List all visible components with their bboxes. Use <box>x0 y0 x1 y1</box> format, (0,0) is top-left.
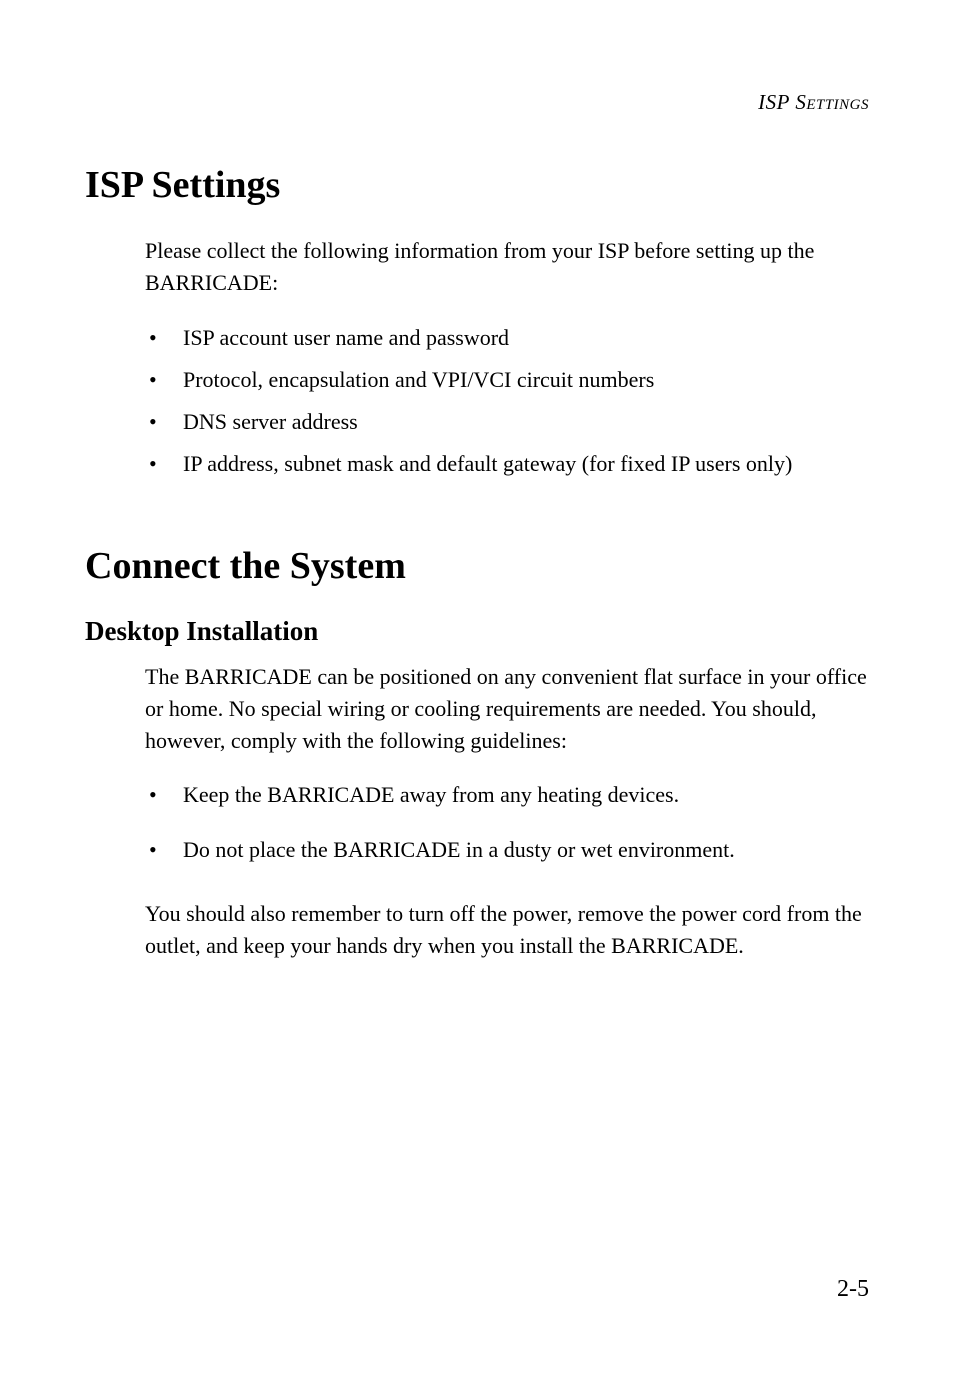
list-item: • Do not place the BARRICADE in a dusty … <box>145 833 869 866</box>
bullet-icon: • <box>145 405 183 438</box>
bullet-text: ISP account user name and password <box>183 321 869 354</box>
desktop-closing-paragraph: You should also remember to turn off the… <box>145 898 869 962</box>
page-number: 2-5 <box>837 1276 869 1303</box>
isp-bullet-list: • ISP account user name and password • P… <box>145 321 869 480</box>
desktop-intro-paragraph: The BARRICADE can be positioned on any c… <box>145 661 869 757</box>
bullet-text: Keep the BARRICADE away from any heating… <box>183 778 869 811</box>
list-item: • Keep the BARRICADE away from any heati… <box>145 778 869 811</box>
list-item: • Protocol, encapsulation and VPI/VCI ci… <box>145 363 869 396</box>
list-item: • DNS server address <box>145 405 869 438</box>
bullet-text: Protocol, encapsulation and VPI/VCI circ… <box>183 363 869 396</box>
section-heading-connect-system: Connect the System <box>85 544 869 588</box>
bullet-icon: • <box>145 321 183 354</box>
bullet-icon: • <box>145 447 183 480</box>
bullet-icon: • <box>145 833 183 866</box>
bullet-icon: • <box>145 778 183 811</box>
bullet-text: DNS server address <box>183 405 869 438</box>
desktop-bullet-list: • Keep the BARRICADE away from any heati… <box>145 778 869 866</box>
isp-intro-paragraph: Please collect the following information… <box>145 235 869 299</box>
list-item: • IP address, subnet mask and default ga… <box>145 447 869 480</box>
subsection-heading-desktop-installation: Desktop Installation <box>85 616 869 647</box>
bullet-text: Do not place the BARRICADE in a dusty or… <box>183 833 869 866</box>
running-header: ISP Settings <box>85 90 869 115</box>
list-item: • ISP account user name and password <box>145 321 869 354</box>
bullet-icon: • <box>145 363 183 396</box>
bullet-text: IP address, subnet mask and default gate… <box>183 447 869 480</box>
section-heading-isp-settings: ISP Settings <box>85 163 869 207</box>
